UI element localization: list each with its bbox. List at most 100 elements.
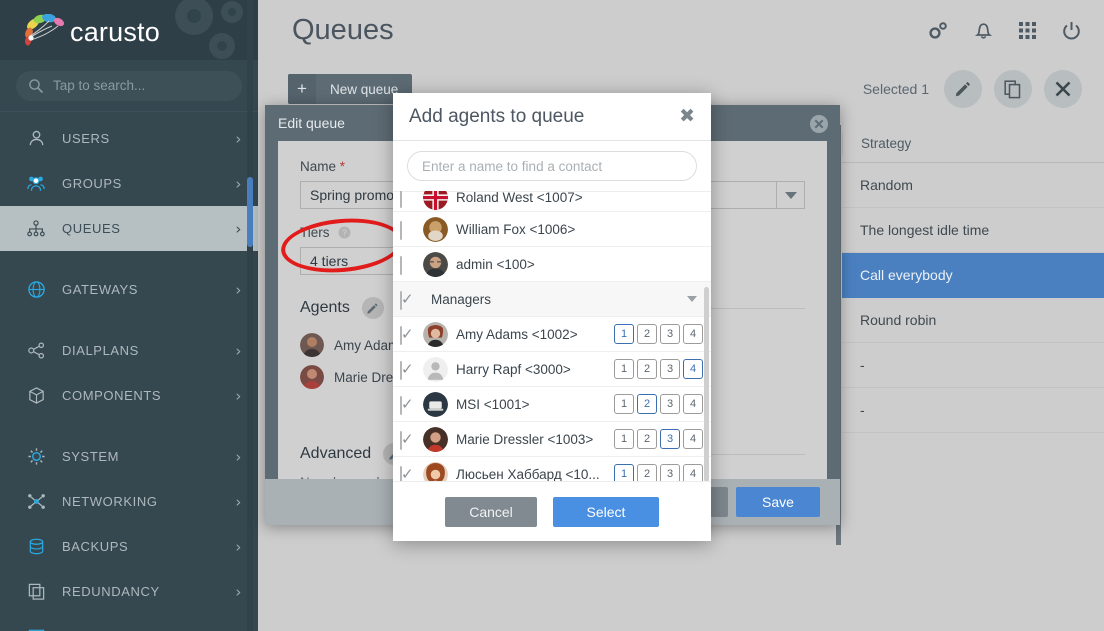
- row-checkbox[interactable]: ✓: [400, 360, 415, 380]
- list-item[interactable]: Roland West <1007>: [393, 191, 711, 212]
- sidebar-item-label: USERS: [62, 131, 110, 146]
- sidebar-item-label: QUEUES: [62, 221, 121, 236]
- edit-queue-save-button[interactable]: Save: [736, 487, 820, 517]
- sidebar-scrollbar[interactable]: [247, 0, 253, 631]
- table-row[interactable]: -: [842, 343, 1104, 388]
- sidebar-scrollbar-thumb[interactable]: [247, 177, 253, 247]
- tier-option-1[interactable]: 1: [614, 464, 634, 481]
- tier-option-4[interactable]: 4: [683, 464, 703, 481]
- sidebar-item-users[interactable]: USERS ›: [0, 116, 258, 161]
- chart-icon: [26, 627, 46, 631]
- tier-option-1[interactable]: 1: [614, 359, 634, 379]
- brand-logo[interactable]: carusto: [0, 0, 258, 60]
- tier-option-3[interactable]: 3: [660, 324, 680, 344]
- row-checkbox[interactable]: [400, 220, 415, 240]
- tier-option-2[interactable]: 2: [637, 429, 657, 449]
- pencil-icon: [955, 81, 971, 97]
- contact-name: MSI <1001>: [456, 396, 530, 412]
- sidebar-item-queues[interactable]: QUEUES ›: [0, 206, 258, 251]
- sidebar-item-status[interactable]: STATUS ›: [0, 614, 258, 631]
- table-row[interactable]: The longest idle time: [842, 208, 1104, 253]
- sidebar-item-networking[interactable]: NETWORKING ›: [0, 479, 258, 524]
- tier-option-1[interactable]: 1: [614, 394, 634, 414]
- sidebar-item-system[interactable]: SYSTEM ›: [0, 434, 258, 479]
- row-checkbox[interactable]: ✓: [400, 395, 415, 415]
- edit-queue-close-button[interactable]: [809, 114, 829, 134]
- tier-option-3[interactable]: 3: [660, 394, 680, 414]
- search-input[interactable]: Tap to search...: [16, 70, 242, 101]
- tier-option-4[interactable]: 4: [683, 429, 703, 449]
- cancel-button[interactable]: Cancel: [445, 496, 537, 527]
- sidebar-item-label: NETWORKING: [62, 494, 158, 509]
- tier-selector[interactable]: 1 2 3 4: [614, 359, 703, 379]
- chevron-right-icon: ›: [235, 129, 242, 148]
- close-circle-icon: [810, 115, 828, 133]
- globe-icon: [26, 280, 46, 300]
- avatar: [423, 426, 448, 452]
- delete-selected-button[interactable]: [1044, 70, 1082, 108]
- contact-search-input[interactable]: Enter a name to find a contact: [407, 151, 697, 181]
- tier-option-4[interactable]: 4: [683, 324, 703, 344]
- list-item[interactable]: William Fox <1006>: [393, 212, 711, 247]
- list-item[interactable]: ✓ Harry Rapf <3000> 1 2 3 4: [393, 352, 711, 387]
- row-checkbox[interactable]: [400, 255, 415, 275]
- table-row-selected[interactable]: Call everybody: [842, 253, 1104, 298]
- tier-selector[interactable]: 1 2 3 4: [614, 464, 703, 481]
- agents-list[interactable]: Roland West <1007> William Fox <1006> ad…: [393, 191, 711, 481]
- apps-grid-icon[interactable]: [1018, 21, 1037, 45]
- tier-option-2[interactable]: 2: [637, 324, 657, 344]
- gear-icon: [26, 447, 46, 467]
- column-header-strategy[interactable]: Strategy: [842, 132, 911, 155]
- tier-option-2[interactable]: 2: [637, 464, 657, 481]
- settings-gears-icon[interactable]: [927, 21, 949, 46]
- sidebar-item-groups[interactable]: GROUPS ›: [0, 161, 258, 206]
- row-checkbox[interactable]: ✓: [400, 325, 415, 345]
- sidebar-item-dialplans[interactable]: DIALPLANS ›: [0, 328, 258, 373]
- tier-option-4[interactable]: 4: [683, 394, 703, 414]
- copy-selected-button[interactable]: [994, 70, 1032, 108]
- sidebar-item-backups[interactable]: BACKUPS ›: [0, 524, 258, 569]
- row-checkbox[interactable]: ✓: [400, 465, 415, 481]
- table-row[interactable]: Round robin: [842, 298, 1104, 343]
- table-row[interactable]: -: [842, 388, 1104, 433]
- tier-option-2[interactable]: 2: [637, 359, 657, 379]
- tier-option-1[interactable]: 1: [614, 324, 634, 344]
- tier-selector[interactable]: 1 2 3 4: [614, 394, 703, 414]
- list-item[interactable]: ✓ Marie Dressler <1003> 1 2 3 4: [393, 422, 711, 457]
- edit-selected-button[interactable]: [944, 70, 982, 108]
- name-label-text: Name: [300, 159, 337, 174]
- power-icon[interactable]: [1061, 20, 1082, 46]
- select-button[interactable]: Select: [553, 496, 659, 527]
- sidebar-item-gateways[interactable]: GATEWAYS ›: [0, 267, 258, 312]
- modal-header: Add agents to queue ✖: [393, 93, 711, 141]
- list-scrollbar[interactable]: [704, 195, 709, 482]
- avatar: [300, 365, 324, 389]
- edit-agents-button[interactable]: [361, 297, 384, 319]
- row-checkbox[interactable]: ✓: [400, 430, 415, 450]
- tier-selector[interactable]: 1 2 3 4: [614, 324, 703, 344]
- table-row[interactable]: Random: [842, 163, 1104, 208]
- sidebar-item-components[interactable]: COMPONENTS ›: [0, 373, 258, 418]
- bell-icon[interactable]: [973, 20, 994, 46]
- row-checkbox[interactable]: [400, 191, 415, 208]
- list-group-header[interactable]: ✓ Managers: [393, 282, 711, 317]
- tier-option-2[interactable]: 2: [637, 394, 657, 414]
- tier-option-1[interactable]: 1: [614, 429, 634, 449]
- chevron-down-icon[interactable]: [687, 296, 697, 302]
- agents-section-title: Agents: [300, 299, 350, 316]
- modal-close-button[interactable]: ✖: [679, 107, 695, 126]
- cell-strategy: -: [860, 402, 865, 418]
- list-item[interactable]: ✓ MSI <1001> 1 2 3 4: [393, 387, 711, 422]
- tier-option-3[interactable]: 3: [660, 429, 680, 449]
- tier-option-3[interactable]: 3: [660, 464, 680, 481]
- list-scrollbar-thumb[interactable]: [704, 287, 709, 482]
- list-item[interactable]: ✓ Люсьен Хаббард <10... 1 2 3 4: [393, 457, 711, 481]
- group-checkbox[interactable]: ✓: [400, 290, 415, 310]
- modal-title: Add agents to queue: [409, 105, 585, 127]
- tier-option-3[interactable]: 3: [660, 359, 680, 379]
- tier-option-4[interactable]: 4: [683, 359, 703, 379]
- list-item[interactable]: admin <100>: [393, 247, 711, 282]
- tier-selector[interactable]: 1 2 3 4: [614, 429, 703, 449]
- list-item[interactable]: ✓ Amy Adams <1002> 1 2 3 4: [393, 317, 711, 352]
- sidebar-item-redundancy[interactable]: REDUNDANCY ›: [0, 569, 258, 614]
